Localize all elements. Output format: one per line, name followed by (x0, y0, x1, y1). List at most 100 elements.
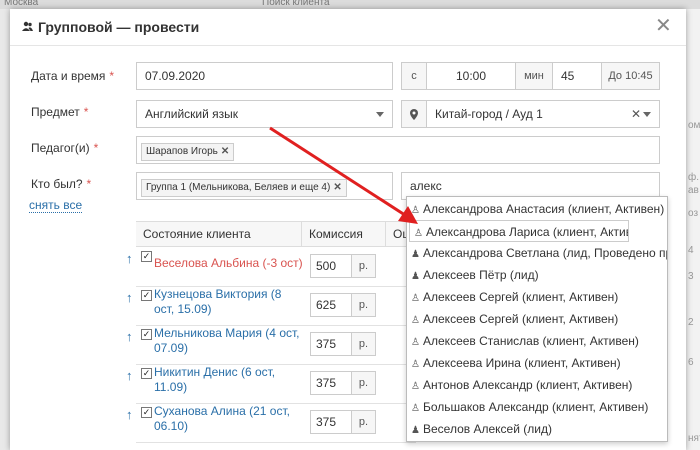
bg-text: 2 (688, 317, 694, 328)
group-tag: Группа 1 (Мельникова, Беляев и еще 4) ✕ (141, 179, 347, 197)
users-icon (22, 21, 33, 31)
attendance-checkbox[interactable]: ✓ (141, 329, 152, 340)
end-time-addon: До 10:45 (601, 62, 660, 90)
dropdown-option-label: Большаков Александр (клиент, Активен) (423, 400, 649, 414)
subject-label-text: Предмет (31, 105, 80, 119)
currency-addon: р. (352, 371, 376, 395)
person-icon: ♙ (411, 337, 420, 348)
subject-label: Предмет * (31, 105, 89, 119)
chevron-down-icon (643, 112, 651, 117)
subject-select[interactable]: Английский язык (136, 100, 393, 128)
table-row: ✓ Суханова Алина (21 ост, 06.10) 375 р. (136, 403, 416, 443)
commission-input[interactable]: 375 (310, 371, 352, 395)
modal-title: Групповой — провести (38, 19, 200, 35)
move-up-icon[interactable]: ↑ (126, 329, 133, 344)
move-up-icon[interactable]: ↑ (126, 368, 133, 383)
map-pin-icon (410, 109, 418, 120)
clear-icon[interactable]: ✕ (631, 101, 641, 127)
attendance-checkbox[interactable]: ✓ (141, 368, 152, 379)
client-name-link[interactable]: Никитин Денис (6 ост, 11.09) (154, 365, 304, 395)
client-name-link[interactable]: Мельникова Мария (4 ост, 07.09) (154, 326, 304, 356)
bg-text: ав (688, 185, 699, 196)
remove-tag-icon[interactable]: ✕ (333, 182, 341, 193)
teacher-multiselect[interactable]: Шарапов Игорь ✕ (136, 136, 660, 164)
attendance-checkbox[interactable]: ✓ (141, 251, 152, 262)
person-icon: ♙ (411, 381, 420, 392)
datetime-label: Дата и время * (31, 69, 115, 83)
th-client-status: Состояние клиента (136, 221, 302, 247)
client-name-link[interactable]: Суханова Алина (21 ост, 06.10) (154, 404, 304, 434)
bg-search: Поиск клиента (262, 0, 330, 8)
commission-input[interactable]: 625 (310, 293, 352, 317)
dropdown-option[interactable]: ♙ Алексеев Сергей (клиент, Активен) (407, 308, 667, 330)
table-row: ✓ Мельникова Мария (4 ост, 07.09) 375 р. (136, 325, 416, 365)
group-multiselect[interactable]: Группа 1 (Мельникова, Беляев и еще 4) ✕ (136, 172, 393, 200)
bg-text: ф. (688, 172, 700, 183)
bg-text: 6 (688, 357, 694, 368)
dropdown-option-label: Алексеев Сергей (клиент, Активен) (423, 312, 619, 326)
client-name-link[interactable]: Веселова Альбина (-3 ост) (154, 256, 304, 271)
group-tag-label: Группа 1 (Мельникова, Беляев и еще 4) (146, 182, 331, 193)
modal-header: Групповой — провести ✕ (10, 9, 686, 46)
client-name-link[interactable]: Кузнецова Виктория (8 ост, 15.09) (154, 287, 304, 317)
currency-addon: р. (352, 293, 376, 317)
commission-input[interactable]: 500 (310, 254, 352, 278)
bg-city: Москва (4, 0, 39, 8)
commission-input[interactable]: 375 (310, 410, 352, 434)
table-row: ✓ Веселова Альбина (-3 ост) 500 р. (136, 247, 416, 287)
dropdown-option-label: Антонов Александр (клиент, Активен) (423, 378, 633, 392)
dropdown-option[interactable]: ♙ Алексеев Станислав (клиент, Активен) (407, 330, 667, 352)
location-addon (401, 100, 427, 128)
dropdown-option-label: Александрова Лариса (клиент, Активен) (426, 225, 629, 239)
dropdown-option-label: Алексеева Ирина (клиент, Активен) (423, 356, 621, 370)
attendance-checkbox[interactable]: ✓ (141, 407, 152, 418)
dropdown-option[interactable]: ♙ Алексеева Ирина (клиент, Активен) (407, 352, 667, 374)
table-row: ✓ Кузнецова Виктория (8 ост, 15.09) 625 р. (136, 286, 416, 326)
lead-icon: ♟ (411, 425, 420, 436)
currency-addon: р. (352, 254, 376, 278)
remove-tag-icon[interactable]: ✕ (221, 146, 229, 157)
datetime-label-text: Дата и время (31, 69, 106, 83)
close-icon[interactable]: ✕ (655, 16, 672, 36)
lead-icon: ♟ (411, 271, 420, 282)
table-row: ✓ Никитин Денис (6 ост, 11.09) 375 р. (136, 364, 416, 404)
commission-input[interactable]: 375 (310, 332, 352, 356)
person-icon: ♙ (414, 228, 423, 239)
location-select[interactable]: Китай-город / Ауд 1 ✕ (426, 100, 660, 128)
currency-addon: р. (352, 410, 376, 434)
move-up-icon[interactable]: ↑ (126, 290, 133, 305)
client-autocomplete-dropdown: ♙ Александрова Анастасия (клиент, Активен… (406, 196, 668, 442)
dropdown-option[interactable]: ♙ Александрова Лариса (клиент, Активен) (409, 220, 629, 242)
minutes-input[interactable]: 45 (552, 62, 602, 90)
date-input[interactable]: 07.09.2020 (136, 62, 393, 90)
dropdown-option[interactable]: ♙ Алексеев Сергей (клиент, Активен) (407, 286, 667, 308)
dropdown-option[interactable]: ♙ Большаков Александр (клиент, Активен) (407, 396, 667, 418)
background-toolbar: Москва Поиск клиента (0, 0, 700, 9)
subject-value: Английский язык (145, 107, 239, 121)
dropdown-option-label: Александрова Светлана (лид, Проведено пр… (423, 246, 667, 260)
move-up-icon[interactable]: ↑ (126, 407, 133, 422)
time-input[interactable]: 10:00 (426, 62, 516, 90)
attendance-checkbox[interactable]: ✓ (141, 290, 152, 301)
dropdown-option[interactable]: ♟ Александрова Светлана (лид, Проведено п… (407, 242, 667, 264)
dropdown-option-label: Алексеев Пётр (лид) (423, 268, 539, 282)
th-commission: Комиссия (301, 221, 386, 247)
dropdown-option[interactable]: ♙ Александрова Анастасия (клиент, Активен… (407, 198, 667, 220)
dropdown-option-label: Алексеев Сергей (клиент, Активен) (423, 290, 619, 304)
dropdown-option-label: Александрова Анастасия (клиент, Активен) (423, 202, 665, 216)
teacher-tag: Шарапов Игорь ✕ (141, 143, 235, 161)
teacher-label: Педагог(и) * (31, 141, 99, 155)
bg-text: 4 (688, 245, 694, 256)
dropdown-option[interactable]: ♟ Веселов Алексей (лид) (407, 418, 667, 440)
attendance-label: Кто был? * (31, 177, 92, 191)
bg-text: 3 (688, 271, 694, 282)
background-right-column: ом. ф. ав оз 4 3 2 6 нят (686, 9, 700, 450)
time-from-addon: с (401, 62, 427, 90)
dropdown-option[interactable]: ♟ Алексеев Пётр (лид) (407, 264, 667, 286)
person-icon: ♙ (411, 359, 420, 370)
dropdown-option[interactable]: ♙ Антонов Александр (клиент, Активен) (407, 374, 667, 396)
minutes-addon: мин (515, 62, 553, 90)
bg-text: оз (688, 208, 699, 219)
clear-all-link[interactable]: снять все (29, 199, 83, 213)
move-up-icon[interactable]: ↑ (126, 251, 133, 266)
